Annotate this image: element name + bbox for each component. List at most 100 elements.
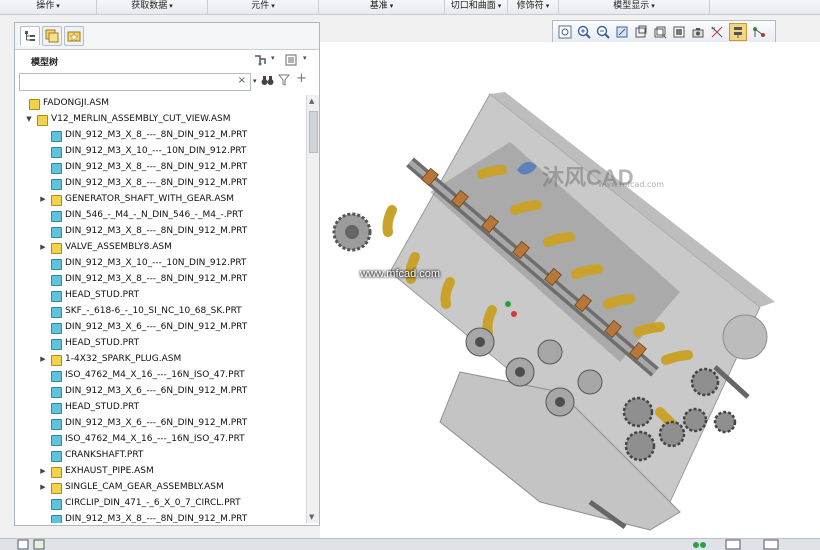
spin-center-icon[interactable]: [729, 23, 747, 41]
ribbon-group-operations[interactable]: 操作 ▾: [0, 0, 97, 14]
dropdown-arrow-icon: ▾: [545, 2, 550, 10]
zoom-out-icon[interactable]: [594, 23, 612, 41]
tree-scrollbar[interactable]: ▲ ▼: [306, 95, 319, 523]
binoculars-icon[interactable]: [261, 74, 274, 89]
tree-item-label: DIN_546_-_M4_-_N_DIN_546_-_M4_-.PRT: [65, 210, 244, 220]
assembly-icon: [51, 355, 62, 366]
tree-item[interactable]: CRANKSHAFT.PRT: [15, 447, 303, 463]
scrollbar-thumb[interactable]: [309, 111, 318, 153]
ribbon-group-label: 操作: [36, 1, 55, 11]
clear-search-icon[interactable]: ×: [238, 75, 246, 86]
tab-model-tree[interactable]: [20, 26, 40, 46]
tree-item-label: GENERATOR_SHAFT_WITH_GEAR.ASM: [65, 194, 234, 204]
tree-item[interactable]: FADONGJI.ASM: [15, 95, 303, 111]
status-indicators[interactable]: [690, 539, 790, 550]
chevron-down-icon[interactable]: ▾: [271, 54, 275, 66]
tree-item-label: FADONGJI.ASM: [43, 98, 110, 108]
chevron-down-icon[interactable]: ▾: [253, 77, 257, 85]
tree-filter-icon[interactable]: [253, 54, 267, 66]
model-tree-search-input[interactable]: ×: [19, 73, 251, 91]
expand-icon[interactable]: ▶: [39, 239, 47, 255]
expand-icon[interactable]: ▶: [39, 463, 47, 479]
expand-icon[interactable]: ▶: [39, 191, 47, 207]
scroll-up-icon[interactable]: ▲: [309, 97, 314, 105]
tree-item[interactable]: DIN_912_M3_X_6_---_6N_DIN_912_M.PRT: [15, 415, 303, 431]
tab-favorites[interactable]: [64, 26, 84, 46]
tree-item[interactable]: ISO_4762_M4_X_16_---_16N_ISO_47.PRT: [15, 431, 303, 447]
tree-item[interactable]: DIN_912_M3_X_8_---_8N_DIN_912_M.PRT: [15, 159, 303, 175]
tree-item-label: HEAD_STUD.PRT: [65, 402, 140, 412]
ribbon-group-cut-surface[interactable]: 切口和曲面 ▾: [445, 0, 508, 14]
tree-item[interactable]: HEAD_STUD.PRT: [15, 399, 303, 415]
status-bar-icons[interactable]: [16, 539, 56, 550]
tree-item[interactable]: ▼ V12_MERLIN_ASSEMBLY_CUT_VIEW.ASM: [15, 111, 303, 127]
tree-item[interactable]: ISO_4762_M4_X_16_---_16N_ISO_47.PRT: [15, 367, 303, 383]
ribbon-group-model-display[interactable]: 模型显示 ▾: [559, 0, 710, 14]
graphics-viewport[interactable]: 沐风CAD www.mfcad.com www.mfcad.com: [320, 42, 820, 538]
tree-item[interactable]: ▶ 1-4X32_SPARK_PLUG.ASM: [15, 351, 303, 367]
tree-item[interactable]: SKF_-_618-6_-_10_SI_NC_10_68_SK.PRT: [15, 303, 303, 319]
ribbon-group-label: 修饰符: [516, 1, 544, 11]
expand-icon[interactable]: ▶: [39, 479, 47, 495]
collapse-icon[interactable]: ▼: [25, 111, 33, 127]
tree-item[interactable]: DIN_912_M3_X_8_---_8N_DIN_912_M.PRT: [15, 175, 303, 191]
zoom-in-icon[interactable]: [575, 23, 593, 41]
filter-funnel-icon[interactable]: [277, 74, 291, 89]
tree-item[interactable]: ▶ GENERATOR_SHAFT_WITH_GEAR.ASM: [15, 191, 303, 207]
refit-icon[interactable]: [556, 23, 574, 41]
scroll-down-icon[interactable]: ▼: [309, 513, 314, 521]
folder-star-icon: [67, 31, 81, 42]
tree-item[interactable]: DIN_912_M3_X_10_---_10N_DIN_912.PRT: [15, 255, 303, 271]
tree-item[interactable]: ▶ EXHAUST_PIPE.ASM: [15, 463, 303, 479]
chevron-down-icon[interactable]: ▾: [303, 54, 307, 66]
dropdown-arrow-icon: ▾: [169, 2, 173, 10]
tree-item[interactable]: DIN_912_M3_X_8_---_8N_DIN_912_M.PRT: [15, 271, 303, 287]
part-icon: [51, 371, 62, 382]
display-style-icon[interactable]: [651, 23, 669, 41]
tree-item[interactable]: DIN_546_-_M4_-_N_DIN_546_-_M4_-.PRT: [15, 207, 303, 223]
tree-item[interactable]: CIRCLIP_DIN_471_-_6_X_0_7_CIRCL.PRT: [15, 495, 303, 511]
tree-item[interactable]: DIN_912_M3_X_8_---_8N_DIN_912_M.PRT: [15, 127, 303, 143]
datum-display-icon[interactable]: */: [708, 23, 726, 41]
part-icon: [51, 227, 62, 238]
engine-3d-model[interactable]: [320, 42, 820, 538]
ribbon-group-get-data[interactable]: 获取数据 ▾: [97, 0, 208, 14]
tree-item[interactable]: DIN_912_M3_X_8_---_8N_DIN_912_M.PRT: [15, 511, 303, 523]
tree-item[interactable]: DIN_912_M3_X_8_---_8N_DIN_912_M.PRT: [15, 223, 303, 239]
dropdown-arrow-icon: ▾: [389, 2, 394, 10]
tree-item-label: DIN_912_M3_X_6_---_6N_DIN_912_M.PRT: [65, 418, 248, 428]
tab-layers[interactable]: [42, 26, 62, 46]
expand-icon[interactable]: ▶: [39, 351, 47, 367]
tree-item[interactable]: DIN_912_M3_X_6_---_6N_DIN_912_M.PRT: [15, 319, 303, 335]
annotation-display-icon[interactable]: [750, 23, 768, 41]
add-item-icon[interactable]: +: [296, 71, 307, 86]
tree-item[interactable]: ▶ VALVE_ASSEMBLY8.ASM: [15, 239, 303, 255]
appearance-icon[interactable]: [670, 23, 688, 41]
tree-item-label: DIN_912_M3_X_8_---_8N_DIN_912_M.PRT: [65, 162, 248, 172]
ribbon-group-components[interactable]: 元件 ▾: [208, 0, 319, 14]
tree-item-label: EXHAUST_PIPE.ASM: [65, 466, 154, 476]
tree-item-label: DIN_912_M3_X_6_---_6N_DIN_912_M.PRT: [65, 322, 248, 332]
dropdown-arrow-icon: ▾: [271, 2, 275, 10]
tree-item[interactable]: DIN_912_M3_X_10_---_10N_DIN_912.PRT: [15, 143, 303, 159]
part-icon: [51, 211, 62, 222]
show-settings-icon[interactable]: [285, 54, 297, 66]
part-icon: [51, 179, 62, 190]
ribbon-group-modifiers[interactable]: 修饰符 ▾: [508, 0, 559, 14]
tree-item[interactable]: ▶ SINGLE_CAM_GEAR_ASSEMBLY.ASM: [15, 479, 303, 495]
tree-item-label: 1-4X32_SPARK_PLUG.ASM: [65, 354, 182, 364]
saved-views-icon[interactable]: [632, 23, 650, 41]
perspective-icon[interactable]: [689, 23, 707, 41]
tree-item[interactable]: HEAD_STUD.PRT: [15, 335, 303, 351]
tree-item[interactable]: HEAD_STUD.PRT: [15, 287, 303, 303]
tree-item-label: HEAD_STUD.PRT: [65, 290, 140, 300]
repaint-icon[interactable]: [613, 23, 631, 41]
part-icon: [51, 339, 62, 350]
part-icon: [51, 275, 62, 286]
ribbon-group-label: 模型显示: [613, 1, 650, 11]
part-icon: [51, 419, 62, 430]
ribbon-group-datum[interactable]: 基准 ▾: [319, 0, 445, 14]
tree-item[interactable]: DIN_912_M3_X_6_---_6N_DIN_912_M.PRT: [15, 383, 303, 399]
tree-item-label: CRANKSHAFT.PRT: [65, 450, 144, 460]
tree-item-label: VALVE_ASSEMBLY8.ASM: [65, 242, 172, 252]
